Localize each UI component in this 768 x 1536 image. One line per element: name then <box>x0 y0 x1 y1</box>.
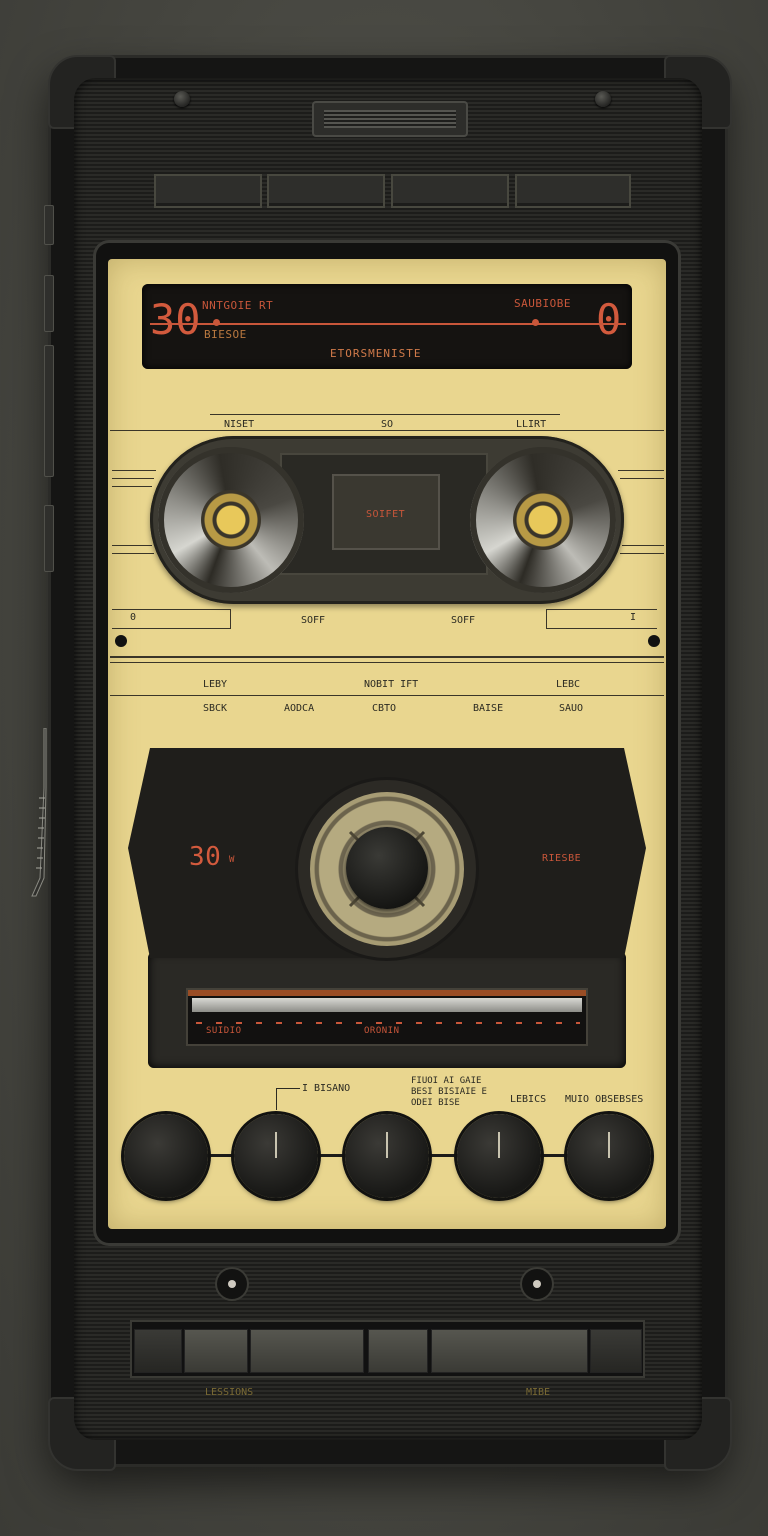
deck-left-unit: W <box>229 855 235 865</box>
top-button-1[interactable] <box>154 174 262 208</box>
control-sublabel-3: CBTO <box>372 703 397 714</box>
side-lever[interactable] <box>30 727 48 898</box>
tape-dot-left <box>115 635 127 647</box>
transport-key-3[interactable] <box>250 1329 364 1373</box>
tape-label-top-left: NISET <box>224 419 255 430</box>
screw-top-right <box>595 91 611 107</box>
knob-label-leader-h <box>276 1088 300 1089</box>
cassette-label: SOIFET <box>366 509 406 520</box>
deck-right-label: RIESBE <box>542 853 582 864</box>
top-button-2[interactable] <box>267 174 385 208</box>
side-button-1[interactable] <box>44 205 54 245</box>
tape-hatch-left-2 <box>112 478 154 479</box>
meter-center-label: ORONIN <box>364 1026 400 1036</box>
bottom-label-left: LESSIONS <box>205 1387 254 1398</box>
control-sublabel-5: SAUO <box>559 703 584 714</box>
tape-hatch-right-4 <box>620 553 664 554</box>
level-meter <box>186 988 588 1046</box>
screw-top-left <box>174 91 190 107</box>
display-center-label: ETORSMENISTE <box>330 347 422 360</box>
main-dial-center[interactable] <box>346 827 428 909</box>
tape-hatch-right-3 <box>622 545 664 546</box>
tape-counter-right: I <box>630 612 637 623</box>
display-left-line1: NNTGOIE RT <box>202 299 274 312</box>
transport-key-2[interactable] <box>184 1329 248 1373</box>
tape-side-a: SOFF <box>301 615 326 626</box>
tape-counter-left: 0 <box>130 612 137 623</box>
side-button-4[interactable] <box>44 505 54 572</box>
control-label-1: LEBY <box>203 679 228 690</box>
reel-right-hub <box>513 490 573 550</box>
transport-key-5[interactable] <box>431 1329 588 1373</box>
knob-label-2: FIUOI AI GAIE BESI BISIAIE E ODEI BISE <box>411 1076 487 1108</box>
top-button-4[interactable] <box>515 174 631 208</box>
knob-label-leader <box>276 1088 277 1110</box>
display-marker-left <box>213 319 220 326</box>
reel-left-hub <box>201 490 261 550</box>
control-sublabel-1: SBCK <box>203 703 228 714</box>
front-panel <box>108 259 666 1229</box>
knob-2[interactable] <box>234 1114 318 1198</box>
side-button-2[interactable] <box>44 275 54 332</box>
display-counter-right: 0 <box>596 295 622 344</box>
display-counter-left: 30 <box>150 295 201 344</box>
tape-side-b: SOFF <box>451 615 476 626</box>
audio-jack-right[interactable] <box>522 1269 552 1299</box>
tape-hatch-left-3 <box>112 486 152 487</box>
display-marker-right <box>532 319 539 326</box>
control-sublabel-4: BAISE <box>473 703 504 714</box>
control-sublabel-2: AODCA <box>284 703 315 714</box>
knob-3[interactable] <box>345 1114 429 1198</box>
top-button-3[interactable] <box>391 174 509 208</box>
transport-key-1[interactable] <box>134 1329 182 1373</box>
knob-4[interactable] <box>457 1114 541 1198</box>
tape-label-top-right: LLIRT <box>516 419 547 430</box>
tape-rule-bottom-1 <box>110 656 664 658</box>
display-left-line2: BIESOE <box>204 328 247 341</box>
level-meter-indicator <box>188 990 586 996</box>
control-label-2: NOBIT IFT <box>364 679 419 690</box>
bottom-label-right: MIBE <box>526 1387 551 1398</box>
level-meter-bar <box>192 998 582 1012</box>
knob-label-3: LEBICS <box>510 1094 547 1105</box>
level-meter-ticks <box>196 1022 580 1024</box>
transport-key-6[interactable] <box>590 1329 642 1373</box>
tape-hatch-right-2 <box>620 478 664 479</box>
control-label-3: LEBC <box>556 679 581 690</box>
tape-dot-right <box>648 635 660 647</box>
transport-key-4[interactable] <box>368 1329 428 1373</box>
knob-1[interactable] <box>124 1114 208 1198</box>
knob-label-4: MUIO OBSEBSES <box>565 1094 644 1105</box>
audio-jack-left[interactable] <box>217 1269 247 1299</box>
tape-hatch-left-5 <box>112 553 154 554</box>
tape-label-top-center: SO <box>381 419 394 430</box>
tape-rule-upper <box>210 414 560 415</box>
meter-left-label: SUIDIO <box>206 1026 242 1036</box>
side-button-3[interactable] <box>44 345 54 477</box>
tape-hatch-right-1 <box>618 470 664 471</box>
deck-left-readout: 30 <box>189 842 222 872</box>
knob-label-1: I BISANO <box>302 1083 351 1094</box>
tape-rule-top <box>110 430 664 431</box>
tape-rule-bottom-2 <box>110 662 664 663</box>
tape-hatch-left-4 <box>112 545 152 546</box>
display-track-line <box>150 323 626 325</box>
control-rule <box>110 695 664 696</box>
speaker-grille <box>312 101 468 137</box>
knob-5[interactable] <box>567 1114 651 1198</box>
tape-hatch-left-1 <box>112 470 156 471</box>
display-right-line1: SAUBIOBE <box>514 297 571 310</box>
tape-counter-box-right <box>546 609 657 629</box>
